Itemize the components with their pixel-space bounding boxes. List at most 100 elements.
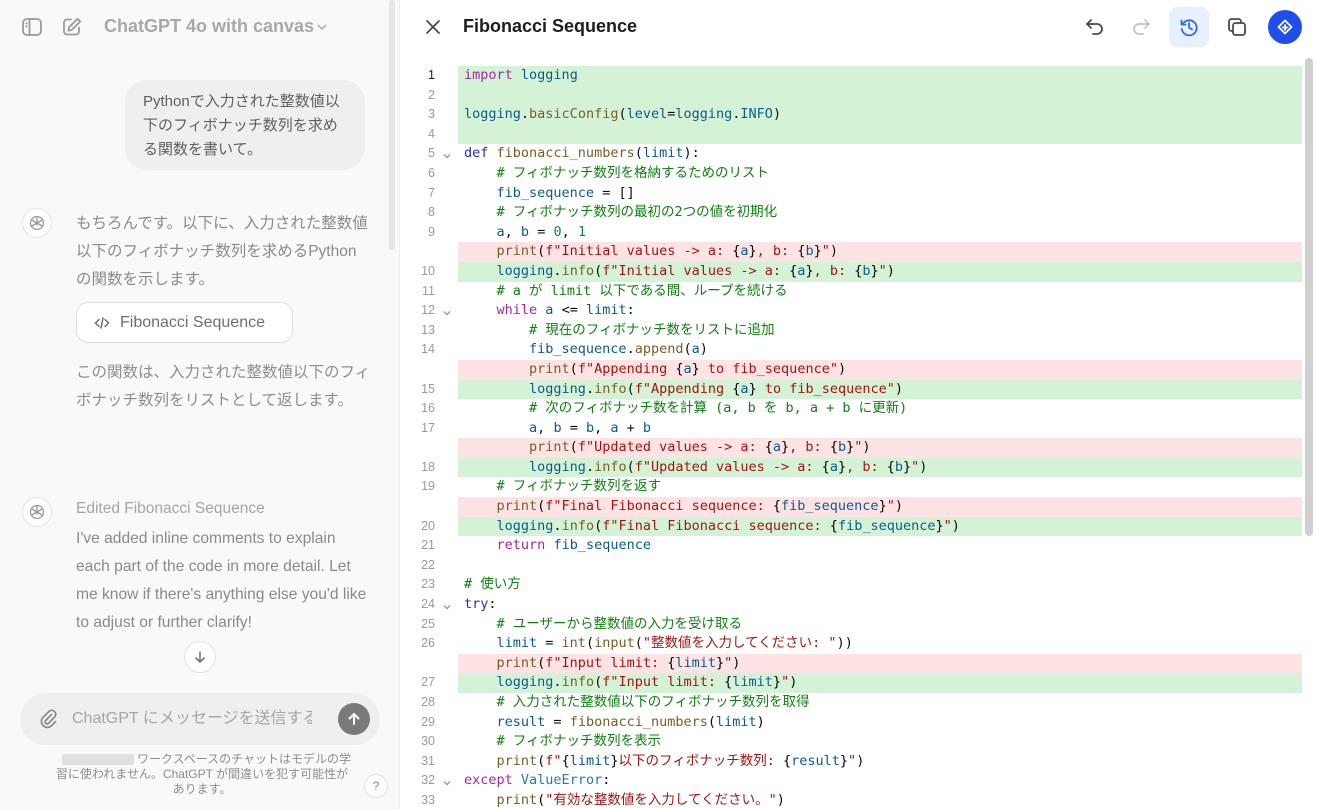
code-line[interactable]: 21 return fib_sequence: [400, 536, 1305, 556]
code-text: logging.info(f"Updated values -> a: {a},…: [529, 458, 928, 475]
code-line[interactable]: 32 except ValueError:: [400, 771, 1305, 791]
line-number: 9: [428, 224, 435, 239]
assistant-avatar: [22, 208, 52, 238]
code-editor[interactable]: 1 import logging 2 3 logging.basicConfig(lev…: [400, 66, 1305, 809]
line-number: 14: [421, 342, 435, 357]
line-number: 30: [421, 734, 435, 749]
code-line-removed[interactable]: print(f"Initial values -> a: {a}, b: {b}…: [400, 242, 1305, 262]
arrow-up-icon: [348, 712, 360, 725]
openai-logo-icon: [29, 215, 45, 231]
copy-button[interactable]: [1217, 7, 1257, 47]
code-line-added[interactable]: 10 logging.info(f"Initial values -> a: {…: [400, 261, 1305, 282]
code-text: print(f"Final Fibonacci sequence: {fib_s…: [496, 498, 903, 515]
close-icon[interactable]: [422, 16, 444, 38]
line-number: 11: [422, 283, 435, 298]
line-number: 1: [428, 68, 435, 82]
code-line-added[interactable]: 27 logging.info(f"Input limit: {limit}"): [400, 673, 1305, 693]
new-chat-icon[interactable]: [61, 16, 83, 38]
code-line[interactable]: 31 print(f"{limit}以下のフィボナッチ数列: {result}"…: [400, 752, 1305, 772]
code-line[interactable]: 12 while a <= limit:: [400, 301, 1305, 321]
line-number: 8: [428, 205, 435, 220]
edited-document-link[interactable]: Edited Fibonacci Sequence: [76, 500, 265, 518]
code-line-added[interactable]: 3 logging.basicConfig(level=logging.INFO): [400, 105, 1305, 125]
redo-icon: [1133, 19, 1150, 35]
send-button[interactable]: [338, 703, 370, 735]
code-line[interactable]: 14 fib_sequence.append(a): [400, 340, 1305, 360]
code-line[interactable]: 11 # a が limit 以下である間、ループを続ける: [400, 282, 1305, 302]
code-line[interactable]: 30 # フィボナッチ数列を表示: [400, 732, 1305, 752]
diff-highlight: [458, 85, 1302, 106]
code-scrollbar[interactable]: [1305, 58, 1313, 536]
code-line[interactable]: 22: [400, 556, 1305, 576]
line-number: 15: [421, 381, 435, 396]
code-line-removed[interactable]: print(f"Appending {a} to fib_sequence"): [400, 359, 1305, 380]
line-number: 17: [421, 420, 435, 435]
scroll-to-bottom-button[interactable]: [184, 641, 216, 673]
code-line[interactable]: 7 fib_sequence = []: [400, 184, 1305, 204]
paperclip-icon[interactable]: [38, 708, 58, 730]
disclaimer-text: ワークスペースのチャットはモデルの学習に使われません。ChatGPT が間違いを…: [55, 752, 352, 796]
message-input[interactable]: [72, 705, 312, 733]
line-number: 10: [421, 263, 435, 278]
code-line[interactable]: 6 # フィボナッチ数列を格納するためのリスト: [400, 164, 1305, 184]
canvas-document-chip[interactable]: Fibonacci Sequence: [76, 302, 293, 343]
code-line-added[interactable]: 1 import logging: [400, 66, 1305, 86]
model-selector[interactable]: ChatGPT 4o with canvas: [104, 16, 314, 37]
code-line[interactable]: 13 # 現在のフィボナッチ数をリストに追加: [400, 321, 1305, 341]
code-line-removed[interactable]: print(f"Updated values -> a: {a}, b: {b}…: [400, 438, 1305, 458]
undo-button[interactable]: [1075, 7, 1115, 47]
code-text: # フィボナッチ数列を返す: [496, 478, 662, 495]
code-line[interactable]: 19 # フィボナッチ数列を返す: [400, 477, 1305, 497]
code-line[interactable]: 9 a, b = 0, 1: [400, 223, 1305, 243]
code-icon: [94, 316, 110, 329]
line-number: 6: [428, 165, 435, 180]
code-line-added[interactable]: 4: [400, 124, 1305, 145]
history-icon: [1180, 19, 1198, 37]
chat-scrollbar[interactable]: [389, 0, 395, 250]
code-line[interactable]: 5 def fibonacci_numbers(limit):: [400, 144, 1305, 164]
line-number: 25: [421, 616, 435, 631]
line-number: 21: [421, 538, 435, 553]
line-number: 16: [421, 401, 435, 416]
chevron-down-icon[interactable]: [316, 20, 328, 32]
line-number: 4: [428, 126, 435, 141]
code-text: print(f"Appending {a} to fib_sequence"): [529, 360, 847, 377]
sidebar-toggle-icon[interactable]: [21, 16, 43, 38]
code-line-added[interactable]: 18 logging.info(f"Updated values -> a: {…: [400, 457, 1305, 478]
assistant-message: この関数は、入力された整数値以下のフィボナッチ数列をリストとして返します。: [76, 364, 371, 409]
line-number: 7: [428, 185, 435, 200]
code-text: # フィボナッチ数列を表示: [496, 733, 662, 750]
line-number: 31: [421, 753, 435, 768]
line-number: 26: [421, 636, 435, 651]
code-line[interactable]: 8 # フィボナッチ数列の最初の2つの値を初期化: [400, 203, 1305, 223]
code-line-removed[interactable]: print(f"Input limit: {limit}"): [400, 653, 1305, 674]
code-line[interactable]: 23 # 使い方: [400, 575, 1305, 595]
review-icon: [1277, 19, 1293, 35]
code-line[interactable]: 33 print("有効な整数値を入力してください。"): [400, 791, 1305, 809]
code-line[interactable]: 28 # 入力された整数値以下のフィボナッチ数列を取得: [400, 693, 1305, 713]
redo-button[interactable]: [1121, 7, 1161, 47]
show-changes-button[interactable]: [1169, 7, 1209, 47]
code-line-added[interactable]: 15 logging.info(f"Appending {a} to fib_s…: [400, 379, 1305, 400]
review-button[interactable]: [1268, 10, 1302, 44]
code-text: while a <= limit:: [496, 302, 635, 319]
code-text: # 入力された整数値以下のフィボナッチ数列を取得: [496, 694, 810, 710]
code-line[interactable]: 26 limit = int(input("整数値を入力してください: ")): [400, 634, 1305, 654]
code-line-added[interactable]: 20 logging.info(f"Final Fibonacci sequen…: [400, 516, 1305, 537]
code-line-added[interactable]: 2: [400, 85, 1305, 106]
code-text: a, b = 0, 1: [496, 223, 586, 240]
help-button[interactable]: ?: [364, 774, 388, 798]
line-number: 5: [428, 146, 435, 161]
code-line[interactable]: 25 # ユーザーから整数値の入力を受け取る: [400, 615, 1305, 635]
code-line[interactable]: 16 # 次のフィボナッチ数を計算 (a, b を b, a + b に更新): [400, 399, 1305, 419]
line-number: 13: [421, 322, 435, 337]
line-number: 28: [421, 695, 435, 709]
code-text: print(f"Input limit: {limit}"): [496, 654, 741, 671]
code-line[interactable]: 17 a, b = b, a + b: [400, 419, 1305, 439]
openai-logo-icon: [29, 504, 45, 520]
code-line-removed[interactable]: print(f"Final Fibonacci sequence: {fib_s…: [400, 497, 1305, 517]
code-line[interactable]: 24 try:: [400, 595, 1305, 615]
code-text: result = fibonacci_numbers(limit): [496, 713, 765, 730]
code-line[interactable]: 29 result = fibonacci_numbers(limit): [400, 713, 1305, 733]
code-text: print(f"Initial values -> a: {a}, b: {b}…: [496, 243, 838, 260]
